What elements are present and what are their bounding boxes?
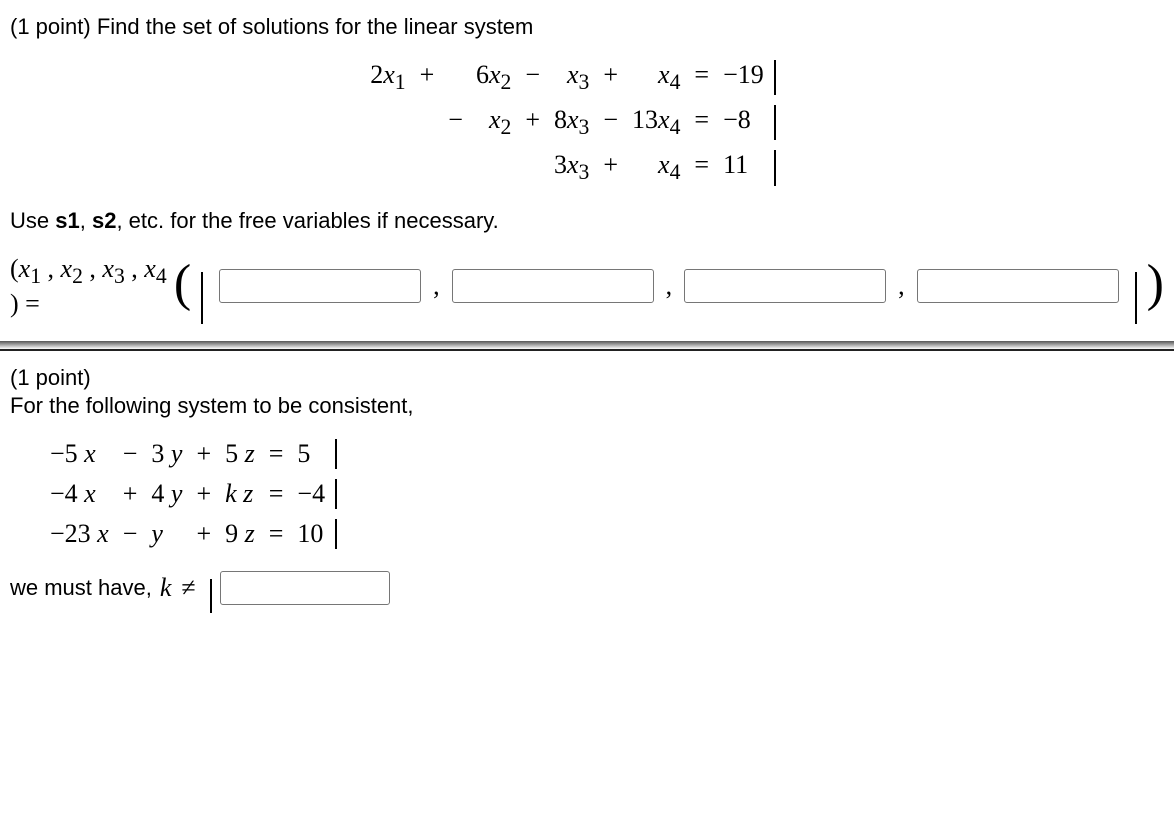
s1r1c1: 2x1	[370, 60, 405, 95]
s2r1op1: −	[123, 439, 138, 469]
problem-1-prompt: (1 point) Find the set of solutions for …	[10, 14, 1164, 40]
s2r2c2: 4 y	[151, 479, 182, 509]
points-label: (1 point)	[10, 14, 91, 39]
s2r1c2: 3 y	[151, 439, 182, 469]
linear-system-1: 2x1 + 6x2 − x3 + x4 = −19 − x2 + 8x3 − 1…	[10, 60, 1164, 186]
s2r3c1: −23 x	[50, 519, 109, 549]
final-pre: we must have,	[10, 575, 152, 601]
s1r2eq: =	[694, 105, 709, 140]
s2r2op2: +	[196, 479, 211, 509]
neq-symbol: ≠	[181, 573, 195, 603]
s1r3c3: 3x3	[554, 150, 589, 185]
answer-row: (x1 , x2 , x3 , x4 ) = ( , , , )	[10, 254, 1164, 319]
problem-1: (1 point) Find the set of solutions for …	[0, 0, 1174, 341]
k-answer-line: we must have, k ≠	[10, 571, 1164, 605]
s2r3c3: 9 z	[225, 519, 255, 549]
comma-2: ,	[660, 271, 679, 301]
s2r3c2: y	[151, 519, 182, 549]
s1r3op3: +	[603, 150, 618, 185]
s2r3rhs: 10	[297, 519, 337, 549]
s2r1eq: =	[269, 439, 284, 469]
s1r1c2: 6x2	[448, 60, 511, 95]
s2r3eq: =	[269, 519, 284, 549]
s2r2c3: k z	[225, 479, 255, 509]
comma-1: ,	[427, 271, 446, 301]
k-var: k	[160, 573, 172, 603]
linear-system-2: −5 x − 3 y + 5 z = 5 −4 x + 4 y + k z = …	[50, 439, 1164, 549]
s1r2c4: 13x4	[632, 105, 680, 140]
s1r1rhs: −19	[723, 60, 776, 95]
s1r3eq: =	[694, 150, 709, 185]
free-vars-instruction: Use s1, s2, etc. for the free variables …	[10, 208, 1164, 234]
x1-input[interactable]	[219, 269, 421, 303]
s2r2c1: −4 x	[50, 479, 109, 509]
x3-input[interactable]	[684, 269, 886, 303]
x2-input[interactable]	[452, 269, 654, 303]
s1r1c3: x3	[554, 60, 589, 95]
s1r2op2: +	[525, 105, 540, 140]
s2r1op2: +	[196, 439, 211, 469]
s2r3op2: +	[196, 519, 211, 549]
points-2: (1 point)	[10, 365, 1164, 391]
s1r2c3: 8x3	[554, 105, 589, 140]
s2r1c3: 5 z	[225, 439, 255, 469]
problem-2: (1 point) For the following system to be…	[0, 349, 1174, 623]
problem-separator	[0, 341, 1174, 349]
s2r3op1: −	[123, 519, 138, 549]
s1r2c2: − x2	[448, 105, 511, 140]
s2-label: s2	[92, 208, 116, 233]
comma-3: ,	[892, 271, 911, 301]
answer-lhs: (x1 , x2 , x3 , x4 ) =	[10, 254, 168, 319]
s1r3rhs: 11	[723, 150, 776, 185]
s2r2rhs: −4	[297, 479, 337, 509]
x4-input[interactable]	[917, 269, 1119, 303]
s1r1eq: =	[694, 60, 709, 95]
s1r1c4: x4	[632, 60, 680, 95]
s2r2eq: =	[269, 479, 284, 509]
s1r1op3: +	[603, 60, 618, 95]
s1r2rhs: −8	[723, 105, 776, 140]
s1r3c4: x4	[632, 150, 680, 185]
problem-2-prompt: For the following system to be consisten…	[10, 393, 1164, 419]
s1-label: s1	[55, 208, 79, 233]
s2r1rhs: 5	[297, 439, 337, 469]
s2r1c1: −5 x	[50, 439, 109, 469]
prompt-text: Find the set of solutions for the linear…	[91, 14, 534, 39]
k-input[interactable]	[220, 571, 390, 605]
s1r1op1: +	[420, 60, 435, 95]
s2r2op1: +	[123, 479, 138, 509]
s1r2op3: −	[603, 105, 618, 140]
s1r1op2: −	[525, 60, 540, 95]
